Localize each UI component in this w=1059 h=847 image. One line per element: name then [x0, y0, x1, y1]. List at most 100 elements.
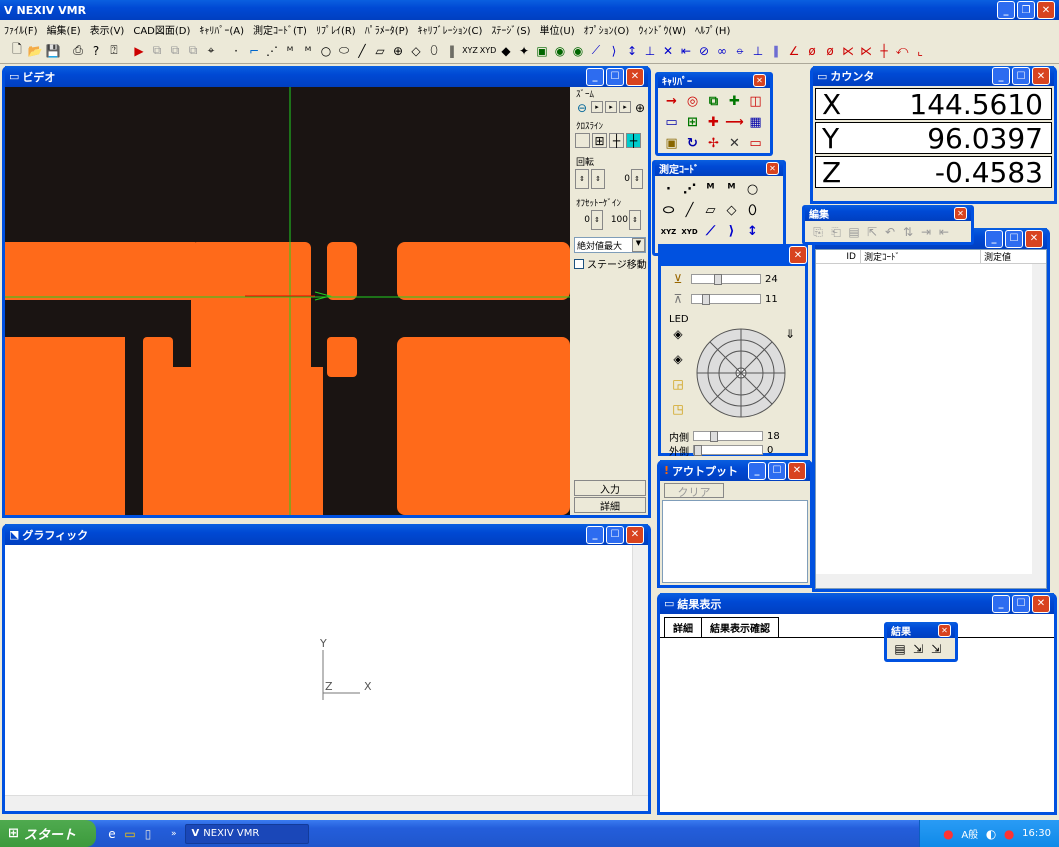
edit-undo-icon[interactable]: ↶	[882, 224, 898, 240]
image-icon[interactable]: ▣	[534, 43, 550, 59]
counter-minimize-icon[interactable]: _	[992, 67, 1010, 85]
caliper-frame-icon[interactable]: ◫	[746, 92, 765, 111]
col-value-header[interactable]: 測定値	[980, 250, 1046, 263]
mc-point-icon[interactable]: ·	[659, 180, 678, 199]
mc-xyz-icon[interactable]: XYZ	[659, 222, 678, 241]
diamond-icon[interactable]: ◇	[408, 43, 424, 59]
zoom-lens-icon[interactable]: ⊖	[575, 101, 589, 115]
inner-slider[interactable]	[693, 431, 763, 442]
slot-icon[interactable]: ⬯	[426, 43, 442, 59]
mc-xyd-icon[interactable]: XYD	[680, 222, 699, 241]
caliper-tool-icon[interactable]: ✢	[704, 134, 723, 153]
quicklaunch-doc-icon[interactable]: ▯	[140, 826, 156, 842]
result-report-icon[interactable]: ▤	[892, 641, 908, 657]
corner-red-icon[interactable]: ⌞	[912, 43, 928, 59]
context-help-icon[interactable]: ⍰	[106, 43, 122, 59]
caliper-square-icon[interactable]: ▣	[662, 134, 681, 153]
graphic-close-icon[interactable]: ✕	[626, 525, 644, 544]
menu-item-9[interactable]: ｽﾃｰｼﾞ(S)	[491, 22, 530, 37]
diameter-red-icon[interactable]: ø	[804, 43, 820, 59]
menu-item-10[interactable]: 単位(U)	[540, 22, 575, 37]
menu-item-1[interactable]: 編集(E)	[47, 22, 81, 37]
mc-line-pts-icon[interactable]: ⋰	[680, 180, 699, 199]
output-close-icon[interactable]: ✕	[788, 461, 806, 480]
result-minimize-icon[interactable]: _	[992, 594, 1010, 613]
restore-icon[interactable]: ❐	[1017, 1, 1035, 19]
xyd-icon[interactable]: XYD	[480, 43, 497, 59]
chevron-down-icon[interactable]: ▼	[632, 238, 645, 252]
menu-item-13[interactable]: ﾍﾙﾌﾟ(H)	[695, 22, 730, 37]
tab-detail[interactable]: 詳細	[664, 617, 702, 637]
step2-icon[interactable]: ⧉	[167, 43, 183, 59]
edit-move-icon[interactable]: ⇥	[918, 224, 934, 240]
camera-view[interactable]	[5, 87, 570, 515]
caliper-box-icon[interactable]: ⧉	[704, 92, 723, 111]
height-blue-icon[interactable]: ↕	[624, 43, 640, 59]
play-icon[interactable]: ▶	[131, 43, 147, 59]
transmitted-slider[interactable]	[691, 294, 761, 305]
step-icon[interactable]: ⧉	[149, 43, 165, 59]
focus-icon[interactable]: ◆	[498, 43, 514, 59]
caliper-x-icon[interactable]: ✕	[725, 134, 744, 153]
menu-item-4[interactable]: ｷｬﾘﾊﾟｰ(A)	[199, 22, 244, 37]
result-maximize-icon[interactable]: ☐	[1012, 594, 1030, 613]
caliper-close-icon[interactable]: ✕	[753, 73, 766, 87]
mc-plane-icon[interactable]: ▱	[701, 201, 720, 220]
led-ring-icon[interactable]: ◈	[670, 326, 686, 342]
dist-red-icon[interactable]: ⋉	[840, 43, 856, 59]
tray-app-icon[interactable]: ●	[940, 826, 956, 842]
zoom-step3-button[interactable]: ▸	[619, 101, 631, 113]
line-pts-icon[interactable]: ⋰	[264, 43, 280, 59]
caliper-arrow2-icon[interactable]: ⟶	[725, 113, 744, 132]
caliper-rect-icon[interactable]: ▭	[662, 113, 681, 132]
midpoint-icon[interactable]: ᴹ	[282, 43, 298, 59]
tray-shield-icon[interactable]: ●	[1001, 826, 1017, 842]
rotate-spin1[interactable]: ⇕	[575, 169, 589, 189]
list-vscrollbar[interactable]	[1032, 264, 1046, 574]
edit-copy-icon[interactable]: ⎘	[810, 224, 826, 240]
offset-spin[interactable]: ⇕	[591, 210, 603, 230]
list-close-icon[interactable]: ✕	[1025, 229, 1043, 248]
cross-blue-icon[interactable]: ✕	[660, 43, 676, 59]
edit-doc-icon[interactable]: ▤	[846, 224, 862, 240]
ellipse-icon[interactable]: ⬭	[336, 43, 352, 59]
mc-diamond-icon[interactable]: ◇	[722, 201, 741, 220]
point-icon[interactable]: ·	[228, 43, 244, 59]
caliper-plus2-icon[interactable]: ✚	[704, 113, 723, 132]
crossline-off-button[interactable]	[575, 133, 590, 148]
midpoint2-icon[interactable]: ᴹ	[300, 43, 316, 59]
rotate-spin2[interactable]: ⇕	[591, 169, 605, 189]
minimize-icon[interactable]: _	[997, 1, 1015, 19]
new-file-icon[interactable]: 🗋	[9, 42, 25, 59]
edit-insert-icon[interactable]: ⇱	[864, 224, 880, 240]
detail-button[interactable]: 詳細	[574, 497, 646, 513]
open-folder-icon[interactable]: 📂	[27, 43, 43, 59]
col-id-header[interactable]: ID	[816, 252, 860, 262]
edit-sort-icon[interactable]: ⇅	[900, 224, 916, 240]
quicklaunch-chevron-icon[interactable]: »	[171, 829, 177, 839]
input-button[interactable]: 入力	[574, 480, 646, 496]
menu-item-5[interactable]: 測定ｺｰﾄﾞ(T)	[253, 22, 307, 37]
output-maximize-icon[interactable]: ☐	[768, 461, 786, 480]
mc-mid2-icon[interactable]: ᴹ	[722, 180, 741, 199]
led-ring2-icon[interactable]: ◈	[670, 351, 686, 367]
task-nexiv[interactable]: V NEXIV VMR	[184, 823, 309, 844]
loop-red-icon[interactable]: ⤺	[894, 43, 910, 59]
sphere-icon[interactable]: ⊕	[390, 43, 406, 59]
led-ring-selector[interactable]	[693, 325, 789, 421]
mc-mid-icon[interactable]: ᴹ	[701, 180, 720, 199]
counter-maximize-icon[interactable]: ☐	[1012, 67, 1030, 85]
crossline-color-button[interactable]: ┼	[626, 133, 641, 148]
mc-line-icon[interactable]: ╱	[680, 201, 699, 220]
light-close-icon[interactable]: ✕	[789, 246, 807, 264]
menu-item-12[interactable]: ｳｨﾝﾄﾞｳ(W)	[638, 22, 686, 37]
graphic-vscrollbar[interactable]	[632, 545, 648, 795]
start-button[interactable]: ⊞ スタート	[0, 820, 96, 847]
cross-red-icon[interactable]: ┼	[876, 43, 892, 59]
result-export-icon[interactable]: ⇲	[910, 641, 926, 657]
step3-icon[interactable]: ⧉	[185, 43, 201, 59]
menu-item-8[interactable]: ｷｬﾘﾌﾞﾚｰｼｮﾝ(C)	[418, 22, 483, 37]
tab-result-confirm[interactable]: 結果表示確認	[701, 617, 779, 637]
probe-icon[interactable]: ⌖	[203, 43, 219, 59]
led-ring4-icon[interactable]: ◳	[670, 401, 686, 417]
